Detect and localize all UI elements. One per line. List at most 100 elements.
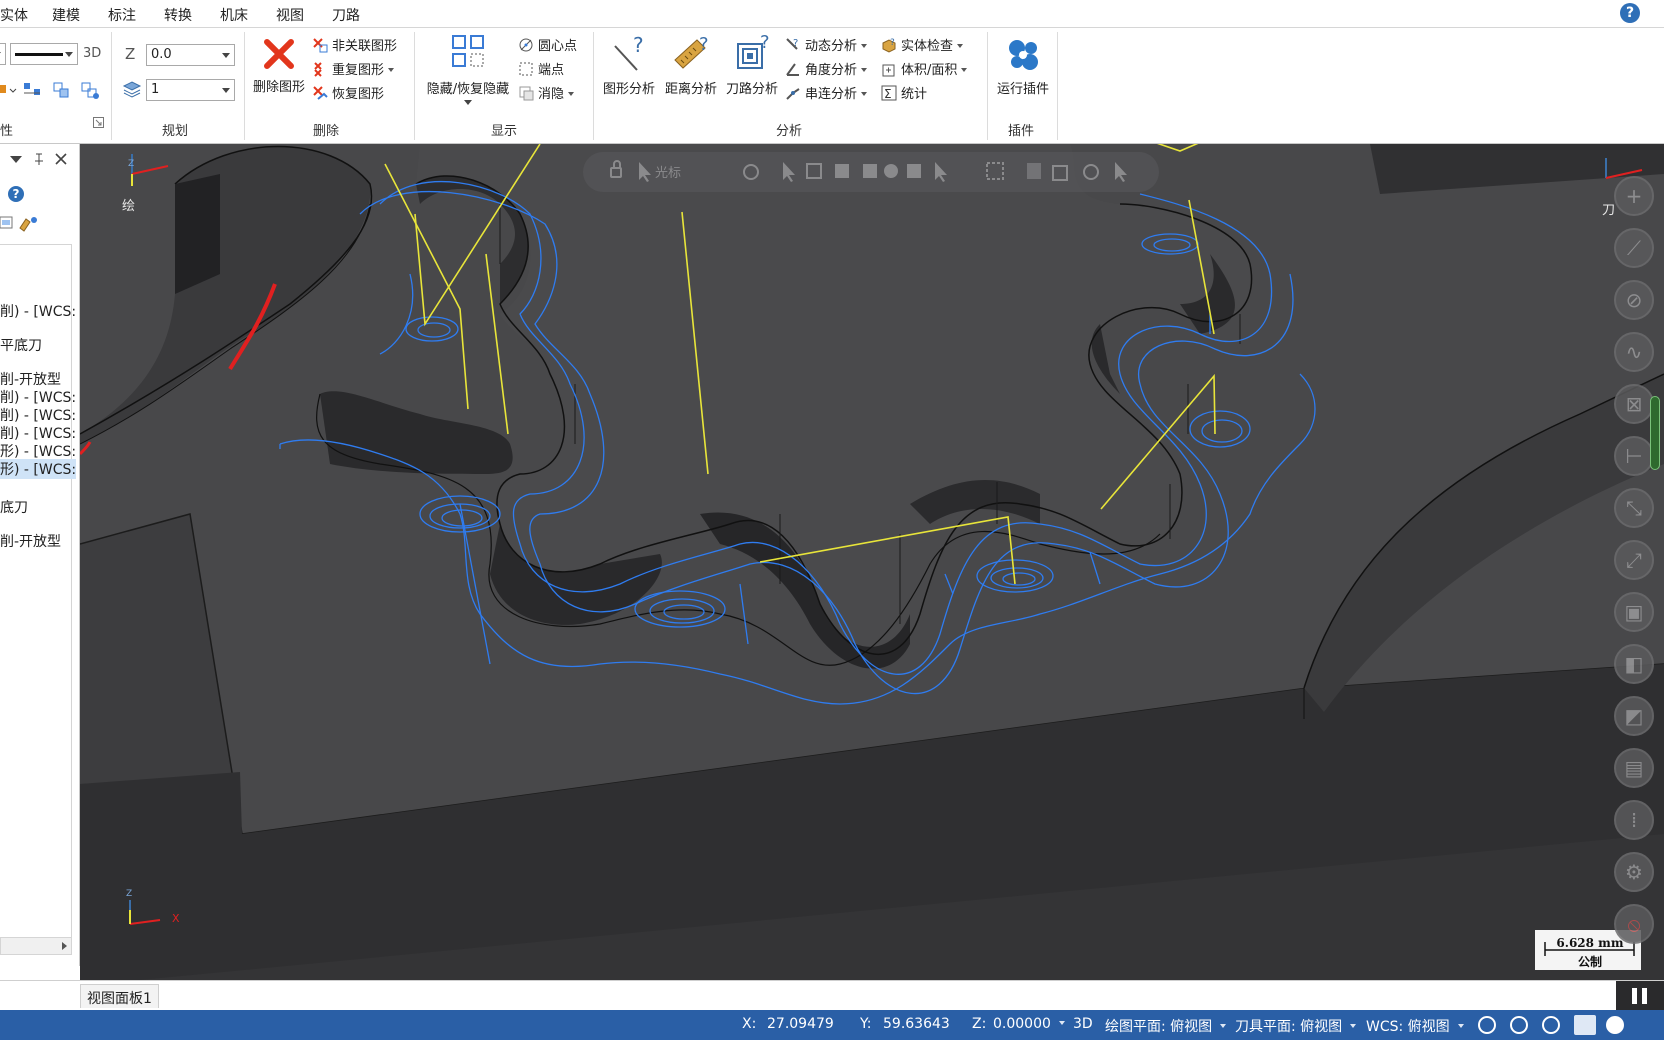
- tree-item[interactable]: 削-开放型: [0, 531, 61, 551]
- mode-3d-toggle[interactable]: 3D: [1073, 1016, 1093, 1032]
- delete-entities-label: 删除图形: [252, 80, 305, 95]
- shading-icon[interactable]: [1574, 1015, 1596, 1035]
- globe-icon[interactable]: [1510, 1016, 1528, 1034]
- panel-menu-chevron-icon[interactable]: [10, 156, 22, 163]
- layers-icon: ◩: [1624, 704, 1644, 728]
- solid-check-button[interactable]: ? 实体检查: [881, 37, 964, 57]
- angle-analysis-button[interactable]: 角度分析: [785, 61, 868, 81]
- statistics-button[interactable]: Σ 统计: [881, 85, 927, 105]
- attr-tools-icons[interactable]: [0, 80, 104, 100]
- translate-button[interactable]: ⤡: [1614, 488, 1654, 528]
- panel-tools-icons[interactable]: [0, 214, 40, 232]
- tab-viewsheet-1[interactable]: 视图面板1: [80, 984, 159, 1008]
- svg-text:Σ: Σ: [884, 87, 892, 101]
- z-depth-input[interactable]: 0.0: [146, 44, 235, 66]
- chain-analysis-button[interactable]: 串连分析: [785, 85, 868, 105]
- levels-icon: [122, 81, 142, 98]
- box-icon: ◧: [1624, 652, 1644, 676]
- tree-item[interactable]: 削) - [WCS:: [0, 423, 76, 443]
- quick-select-icons[interactable]: 光标: [583, 152, 1159, 192]
- cad-model-canvas[interactable]: 绘 Z Z X 刀 6.628 mm 公制: [80, 144, 1664, 980]
- globe-icon[interactable]: [1478, 1016, 1496, 1034]
- status-bar: X: 27.09479 Y: 59.63643 Z: 0.00000 3D 绘图…: [0, 1010, 1664, 1040]
- tree-item[interactable]: 平底刀: [0, 335, 42, 355]
- wcs-selector[interactable]: WCS: 俯视图: [1366, 1016, 1464, 1036]
- help-icon[interactable]: ?: [8, 186, 24, 202]
- unassociated-button[interactable]: 非关联图形: [312, 37, 397, 57]
- duplicate-button[interactable]: 重复图形: [312, 61, 395, 81]
- circle-snap-button[interactable]: ⊘: [1614, 280, 1654, 320]
- dialog-launcher-icon[interactable]: [93, 117, 105, 129]
- arc-center-button[interactable]: 圆心点: [518, 37, 577, 57]
- rotate-button[interactable]: ⤢: [1614, 540, 1654, 580]
- graphics-viewport[interactable]: 绘 Z Z X 刀 6.628 mm 公制: [80, 144, 1664, 980]
- snap-line-button[interactable]: ⟋: [1614, 228, 1654, 268]
- run-addin-button[interactable]: 运行插件: [992, 34, 1054, 97]
- blank-button[interactable]: 消隐: [518, 85, 575, 105]
- z-coord-value[interactable]: 0.00000: [993, 1016, 1065, 1032]
- attr-group-label: 性: [0, 124, 14, 139]
- cplane-selector[interactable]: 绘图平面: 俯视图: [1105, 1016, 1227, 1036]
- scroll-right-icon[interactable]: [62, 942, 67, 950]
- tree-item[interactable]: 削) - [WCS:: [0, 301, 76, 321]
- puzzle-icon: [1009, 40, 1038, 70]
- menu-dimension[interactable]: 标注: [108, 5, 136, 25]
- analyze-distance-button[interactable]: ? 距离分析: [661, 34, 721, 97]
- close-icon[interactable]: [55, 153, 67, 165]
- tree-item-selected[interactable]: 形) - [WCS:: [0, 459, 77, 479]
- menu-toolpaths[interactable]: 刀路: [332, 5, 360, 25]
- tree-item[interactable]: 削) - [WCS:: [0, 405, 76, 425]
- dimension-button[interactable]: ⊢: [1614, 436, 1654, 476]
- horizontal-scrollbar[interactable]: [0, 937, 72, 955]
- solid-check-icon: ?: [882, 38, 896, 53]
- side-scroll-indicator[interactable]: [1650, 396, 1660, 470]
- menu-modeling[interactable]: 建模: [52, 5, 80, 25]
- tree-item[interactable]: 削) - [WCS:: [0, 387, 76, 407]
- delete-entities-button[interactable]: 删除图形: [248, 36, 310, 95]
- tree-item[interactable]: 形) - [WCS:: [0, 441, 76, 461]
- 3d-toggle[interactable]: 3D: [83, 44, 101, 64]
- unassociated-icon: [313, 38, 328, 53]
- group-separator: [111, 32, 112, 140]
- endpoints-button[interactable]: 端点: [518, 61, 564, 81]
- attr-dropdown[interactable]: [0, 43, 6, 65]
- box-button[interactable]: ◧: [1614, 644, 1654, 684]
- analyze-entity-button[interactable]: ? 图形分析: [599, 34, 659, 97]
- help-icon[interactable]: ?: [1620, 3, 1640, 23]
- spline-icon: ∿: [1625, 340, 1643, 364]
- quick-select-toolbar[interactable]: 光标: [583, 152, 1159, 192]
- level-input[interactable]: 1: [146, 79, 235, 101]
- svg-text:?: ?: [760, 34, 770, 53]
- chain-button[interactable]: ⊠: [1614, 384, 1654, 424]
- settings-button[interactable]: ⚙: [1614, 852, 1654, 892]
- menu-solids[interactable]: 实体: [0, 5, 28, 25]
- spline-button[interactable]: ∿: [1614, 332, 1654, 372]
- tree-item[interactable]: 削-开放型: [0, 369, 61, 389]
- render-icon[interactable]: [1606, 1016, 1624, 1034]
- grid-button[interactable]: ⁞: [1614, 800, 1654, 840]
- endpoints-label: 端点: [538, 63, 565, 78]
- tplane-selector[interactable]: 刀具平面: 俯视图: [1235, 1016, 1357, 1036]
- menu-transform[interactable]: 转换: [164, 5, 192, 25]
- line-style-dropdown[interactable]: [10, 43, 78, 65]
- layers-button[interactable]: ◩: [1614, 696, 1654, 736]
- dynamic-analysis-button[interactable]: ? 动态分析: [785, 37, 868, 57]
- group-separator: [244, 32, 245, 140]
- chevron-down-icon[interactable]: [464, 100, 472, 105]
- undelete-button[interactable]: 恢复图形: [312, 85, 384, 105]
- svg-text:?: ?: [890, 38, 895, 48]
- globe-icon[interactable]: [1542, 1016, 1560, 1034]
- analyze-toolpath-button[interactable]: ? 刀路分析: [722, 34, 782, 97]
- add-point-button[interactable]: +: [1614, 176, 1654, 216]
- clear-button[interactable]: ⦸: [1614, 904, 1654, 944]
- tree-item[interactable]: 底刀: [0, 497, 28, 517]
- pause-button[interactable]: [1616, 981, 1664, 1011]
- pin-icon[interactable]: [32, 152, 46, 166]
- planes-button[interactable]: ▤: [1614, 748, 1654, 788]
- volume-area-button[interactable]: 体积/面积: [881, 61, 968, 81]
- hide-unhide-button[interactable]: 隐藏/恢复隐藏: [420, 34, 516, 105]
- ruler-icon: ?: [674, 34, 709, 69]
- menu-view[interactable]: 视图: [276, 5, 304, 25]
- menu-machine[interactable]: 机床: [220, 5, 248, 25]
- solid-view-button[interactable]: ▣: [1614, 592, 1654, 632]
